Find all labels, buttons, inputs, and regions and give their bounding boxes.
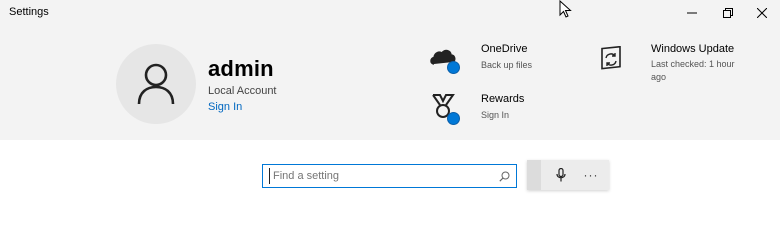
toolbar-grip [527,160,541,190]
restore-button[interactable] [710,0,746,26]
search-icon[interactable] [499,171,510,182]
windows-update-title: Windows Update [651,43,735,55]
windows-update-tile[interactable]: Windows Update Last checked: 1 hour ago [598,40,768,86]
voice-toolbar: ··· [527,160,609,190]
minimize-icon [687,12,697,14]
rewards-status-badge [447,112,460,125]
onedrive-title: OneDrive [481,43,528,55]
minimize-button[interactable] [674,0,710,26]
onedrive-subtitle: Back up files [481,60,533,70]
rewards-title: Rewards [481,93,525,105]
avatar[interactable] [116,44,196,124]
microphone-icon [556,168,566,182]
more-options-button[interactable]: ··· [579,163,603,187]
user-icon [137,63,175,105]
microphone-button[interactable] [549,163,573,187]
onedrive-status-badge [447,61,460,74]
windows-update-status-line1: Last checked: 1 hour [651,59,735,69]
account-type: Local Account [208,85,277,97]
search-input[interactable] [269,168,493,184]
sign-in-link[interactable]: Sign In [208,101,242,113]
search-box[interactable] [262,164,517,188]
onedrive-tile[interactable]: OneDrive Back up files [428,40,588,80]
account-name: admin [208,56,274,81]
close-icon [757,8,767,18]
app-title: Settings [9,6,49,18]
title-bar[interactable]: Settings [0,0,780,28]
close-button[interactable] [744,0,780,26]
sync-icon [601,46,621,70]
mouse-pointer-icon [559,0,572,18]
rewards-tile[interactable]: Rewards Sign In [428,90,588,130]
rewards-subtitle: Sign In [481,110,510,120]
windows-update-status-line2: ago [651,72,667,82]
restore-icon [723,8,733,18]
